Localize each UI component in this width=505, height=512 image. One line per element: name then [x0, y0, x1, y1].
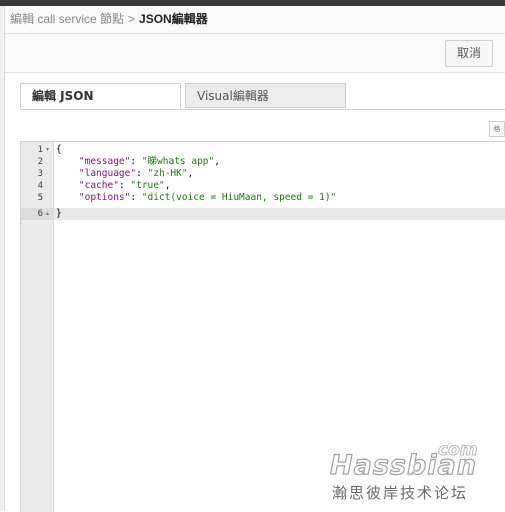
site-watermark: com Hassbian 瀚思彼岸技术论坛 [328, 440, 488, 504]
code-line: "language": "zh-HK", [78, 168, 194, 179]
close-brace: } [56, 208, 62, 219]
code-line: } [56, 208, 62, 220]
cancel-button[interactable]: 取消 [445, 40, 493, 67]
active-line-highlight [54, 208, 505, 220]
line-number: 3 [37, 169, 43, 179]
left-edge [0, 6, 5, 511]
json-value: "dict(voice = HiuMaan, speed = 1)" [141, 192, 337, 203]
code-line: "options": "dict(voice = HiuMaan, speed … [78, 192, 337, 203]
line-number: 6 [37, 209, 43, 219]
fold-toggle-icon[interactable]: ▾ [46, 144, 52, 156]
code-line: { [56, 144, 62, 156]
line-number: 1 [37, 145, 43, 155]
breadcrumb-separator: > [128, 12, 136, 26]
editor-tabs: 編輯 JSON Visual編輯器 [20, 83, 505, 110]
json-key: "language" [78, 168, 137, 179]
json-key: "options" [78, 192, 131, 203]
code-line: "message": "睇whats app", [78, 156, 220, 167]
json-value: "true" [130, 180, 165, 191]
format-button[interactable]: 格 [489, 121, 505, 137]
dialog-toolbar: 取消 [5, 34, 505, 73]
json-value: "睇whats app" [141, 156, 215, 167]
line-number: 5 [37, 193, 43, 203]
tab-edit-json[interactable]: 編輯 JSON [20, 83, 181, 109]
code-line: "cache": "true", [78, 180, 171, 191]
json-value: "zh-HK" [147, 168, 188, 179]
json-key: "cache" [78, 180, 119, 191]
json-key: "message" [78, 156, 131, 167]
watermark-brand: Hassbian [329, 449, 477, 481]
line-number-gutter: 1 ▾ 2 3 4 5 6 ▴ [21, 142, 54, 512]
tab-visual-editor[interactable]: Visual編輯器 [185, 83, 346, 108]
breadcrumb: 編輯 call service 節點 > JSON編輯器 [5, 6, 505, 34]
line-number: 2 [37, 157, 43, 167]
watermark-subtitle: 瀚思彼岸技术论坛 [332, 484, 469, 502]
open-brace: { [56, 144, 62, 155]
line-number: 4 [37, 181, 43, 191]
breadcrumb-current: JSON編輯器 [139, 12, 208, 26]
breadcrumb-parent[interactable]: 編輯 call service 節點 [10, 12, 124, 26]
fold-toggle-icon[interactable]: ▴ [46, 208, 52, 220]
